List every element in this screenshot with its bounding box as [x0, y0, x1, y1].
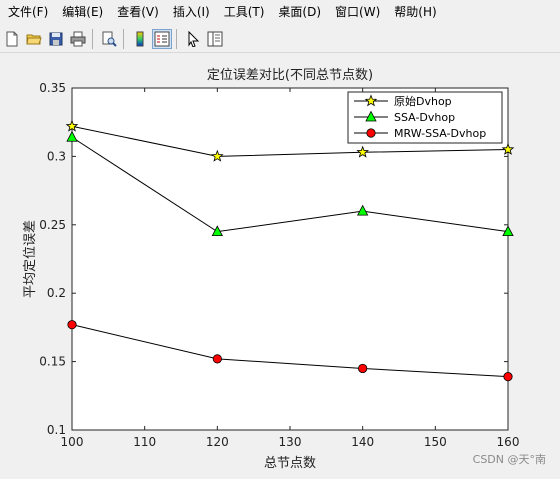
chart-title: 定位误差对比(不同总节点数) [207, 68, 373, 83]
menu-bar: 文件(F) 编辑(E) 查看(V) 插入(I) 工具(T) 桌面(D) 窗口(W… [0, 0, 560, 24]
legend-label: MRW-SSA-Dvhop [394, 127, 486, 140]
x-tick-label: 110 [133, 435, 156, 449]
watermark: CSDN @天°南 [472, 453, 546, 466]
x-tick-label: 100 [61, 435, 84, 449]
print-preview-icon[interactable] [99, 29, 119, 49]
x-tick-label: 150 [424, 435, 447, 449]
data-point [503, 372, 513, 382]
x-tick-label: 120 [206, 435, 229, 449]
menu-insert[interactable]: 插入(I) [165, 0, 216, 24]
menu-desktop[interactable]: 桌面(D) [270, 0, 327, 24]
y-tick-label: 0.2 [47, 286, 66, 300]
menu-view[interactable]: 查看(V) [109, 0, 165, 24]
menu-window[interactable]: 窗口(W) [327, 0, 386, 24]
data-point [67, 320, 77, 330]
toolbar-separator [92, 29, 93, 49]
property-editor-icon[interactable] [205, 29, 225, 49]
y-tick-label: 0.25 [39, 218, 66, 232]
menu-tools[interactable]: 工具(T) [216, 0, 271, 24]
data-point [358, 363, 368, 374]
y-tick-label: 0.1 [47, 423, 66, 437]
new-file-icon[interactable] [2, 29, 22, 49]
legend-icon[interactable] [152, 29, 172, 49]
x-tick-label: 130 [279, 435, 302, 449]
print-icon[interactable] [68, 29, 88, 49]
toolbar-separator [176, 29, 177, 49]
x-axis-label: 总节点数 [264, 456, 316, 471]
toolbar-separator [123, 29, 124, 49]
menu-help[interactable]: 帮助(H) [386, 0, 442, 24]
open-folder-icon[interactable] [24, 29, 44, 49]
y-tick-label: 0.35 [39, 81, 66, 95]
y-axis-label: 平均定位误差 [23, 220, 38, 298]
legend-label: 原始Dvhop [394, 94, 452, 108]
figure-area: 定位误差对比(不同总节点数) 100 110 120 130 140 150 160 0.1… [0, 53, 560, 475]
y-tick-label: 0.15 [39, 355, 66, 369]
menu-edit[interactable]: 编辑(E) [54, 0, 109, 24]
colorbar-icon[interactable] [130, 29, 150, 49]
x-tick-label: 140 [351, 435, 374, 449]
y-tick-label: 0.3 [47, 149, 66, 163]
legend[interactable]: 原始Dvhop SSA-Dvhop MRW-SSA-Dvhop [347, 91, 503, 144]
x-tick-label: 160 [497, 435, 520, 449]
pointer-icon[interactable] [183, 29, 203, 49]
legend-label: SSA-Dvhop [394, 111, 455, 124]
legend-marker [366, 128, 376, 138]
menu-file[interactable]: 文件(F) [0, 0, 54, 24]
save-icon[interactable] [46, 29, 66, 49]
line-chart: 定位误差对比(不同总节点数) 100 110 120 130 140 150 160 0.1… [23, 68, 520, 471]
toolbar [0, 26, 560, 53]
data-point [212, 354, 222, 364]
